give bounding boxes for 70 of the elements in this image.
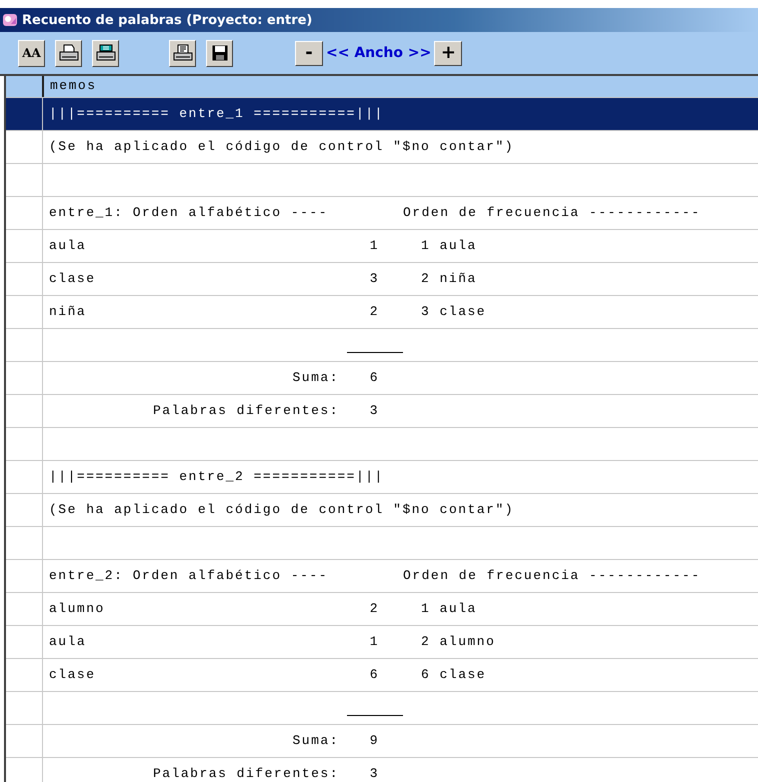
sum-rule [347, 715, 403, 716]
count-text: 1 [368, 634, 379, 648]
save-button[interactable] [206, 40, 233, 66]
frequency-text: 2 alumno [421, 634, 496, 648]
grid-row[interactable]: Suma: 9 [6, 725, 758, 758]
window-title: Recuento de palabras (Proyecto: entre) [22, 12, 312, 28]
grid-row[interactable] [6, 527, 758, 560]
frequency-text: 3 clase [421, 304, 486, 318]
line-text: (Se ha aplicado el código de control "$no contar") [49, 502, 514, 516]
word-text: aula [49, 634, 88, 648]
selected-row[interactable]: |||========== entre_1 ===========||| [6, 98, 758, 131]
count-text: 2 [368, 600, 379, 616]
total-label: Suma: [291, 370, 339, 384]
heading-text: Orden de frecuencia ------------ [403, 568, 701, 582]
printer-icon [172, 44, 192, 62]
grid-row[interactable]: (Se ha aplicado el código de control "$no contar") [6, 131, 758, 164]
heading-text: entre_1: Orden alfabético ---- [49, 204, 330, 220]
print-button[interactable] [169, 40, 196, 66]
line-text: |||========== entre_2 ===========||| [49, 468, 384, 484]
count-text: 1 [368, 238, 379, 252]
total-label: Palabras diferentes: [152, 402, 339, 418]
app-icon [2, 12, 18, 28]
total-label: Palabras diferentes: [152, 766, 339, 780]
grid-row[interactable]: clase 3 2 niña [6, 263, 758, 296]
word-text: alumno [49, 600, 106, 616]
heading-text: entre_2: Orden alfabético ---- [49, 568, 330, 582]
printer-icon [58, 44, 78, 62]
font-button[interactable]: AA [18, 40, 45, 66]
count-text: 2 [368, 304, 379, 318]
grid-row[interactable]: entre_2: Orden alfabético ---- Orden de frecuencia ------------ [6, 560, 758, 593]
header-text: memos [50, 78, 97, 93]
grid-row[interactable] [6, 692, 758, 725]
grid-row[interactable]: niña 2 3 clase [6, 296, 758, 329]
word-text: clase [49, 270, 97, 286]
grid-row[interactable]: clase 6 6 clase [6, 659, 758, 692]
grid-row[interactable]: |||========== entre_2 ===========||| [6, 461, 758, 494]
word-text: aula [49, 238, 88, 252]
frequency-text: 1 aula [421, 238, 477, 252]
grid-row[interactable]: aula 1 1 aula [6, 230, 758, 263]
grid-row[interactable] [6, 329, 758, 362]
wider-button[interactable]: + [434, 40, 462, 66]
total-value: 3 [368, 766, 379, 780]
grid-row[interactable]: entre_1: Orden alfabético ---- Orden de frecuencia ------------ [6, 197, 758, 230]
total-value: 6 [368, 370, 379, 384]
total-value: 9 [368, 732, 379, 748]
grid-row[interactable]: Palabras diferentes: 3 [6, 395, 758, 428]
print-button[interactable] [55, 40, 82, 66]
narrower-button[interactable]: - [295, 40, 323, 66]
line-text: (Se ha aplicado el código de control "$no contar") [49, 138, 514, 154]
total-value: 3 [368, 402, 379, 418]
frequency-text: 1 aula [421, 600, 477, 616]
frequency-text: 6 clase [421, 666, 486, 682]
heading-text: Orden de frecuencia ------------ [403, 204, 701, 220]
sum-rule [347, 352, 403, 353]
word-text: clase [49, 666, 97, 682]
grid-row[interactable]: Suma: 6 [6, 362, 758, 395]
grid-row[interactable]: (Se ha aplicado el código de control "$no contar") [6, 494, 758, 527]
printer-icon [96, 44, 116, 62]
frequency-text: 2 niña [421, 270, 477, 286]
count-text: 6 [368, 666, 379, 682]
grid-row[interactable]: aula 1 2 alumno [6, 626, 758, 659]
word-text: niña [49, 304, 88, 318]
count-text: 3 [368, 270, 379, 286]
grid-row[interactable] [6, 164, 758, 197]
grid-row[interactable] [6, 428, 758, 461]
total-label: Suma: [291, 732, 339, 748]
grid-row[interactable]: alumno 2 1 aula [6, 593, 758, 626]
line-text: |||========== entre_1 ===========||| [49, 106, 384, 120]
width-label: << Ancho >> [325, 45, 432, 61]
print-button[interactable] [92, 40, 119, 66]
